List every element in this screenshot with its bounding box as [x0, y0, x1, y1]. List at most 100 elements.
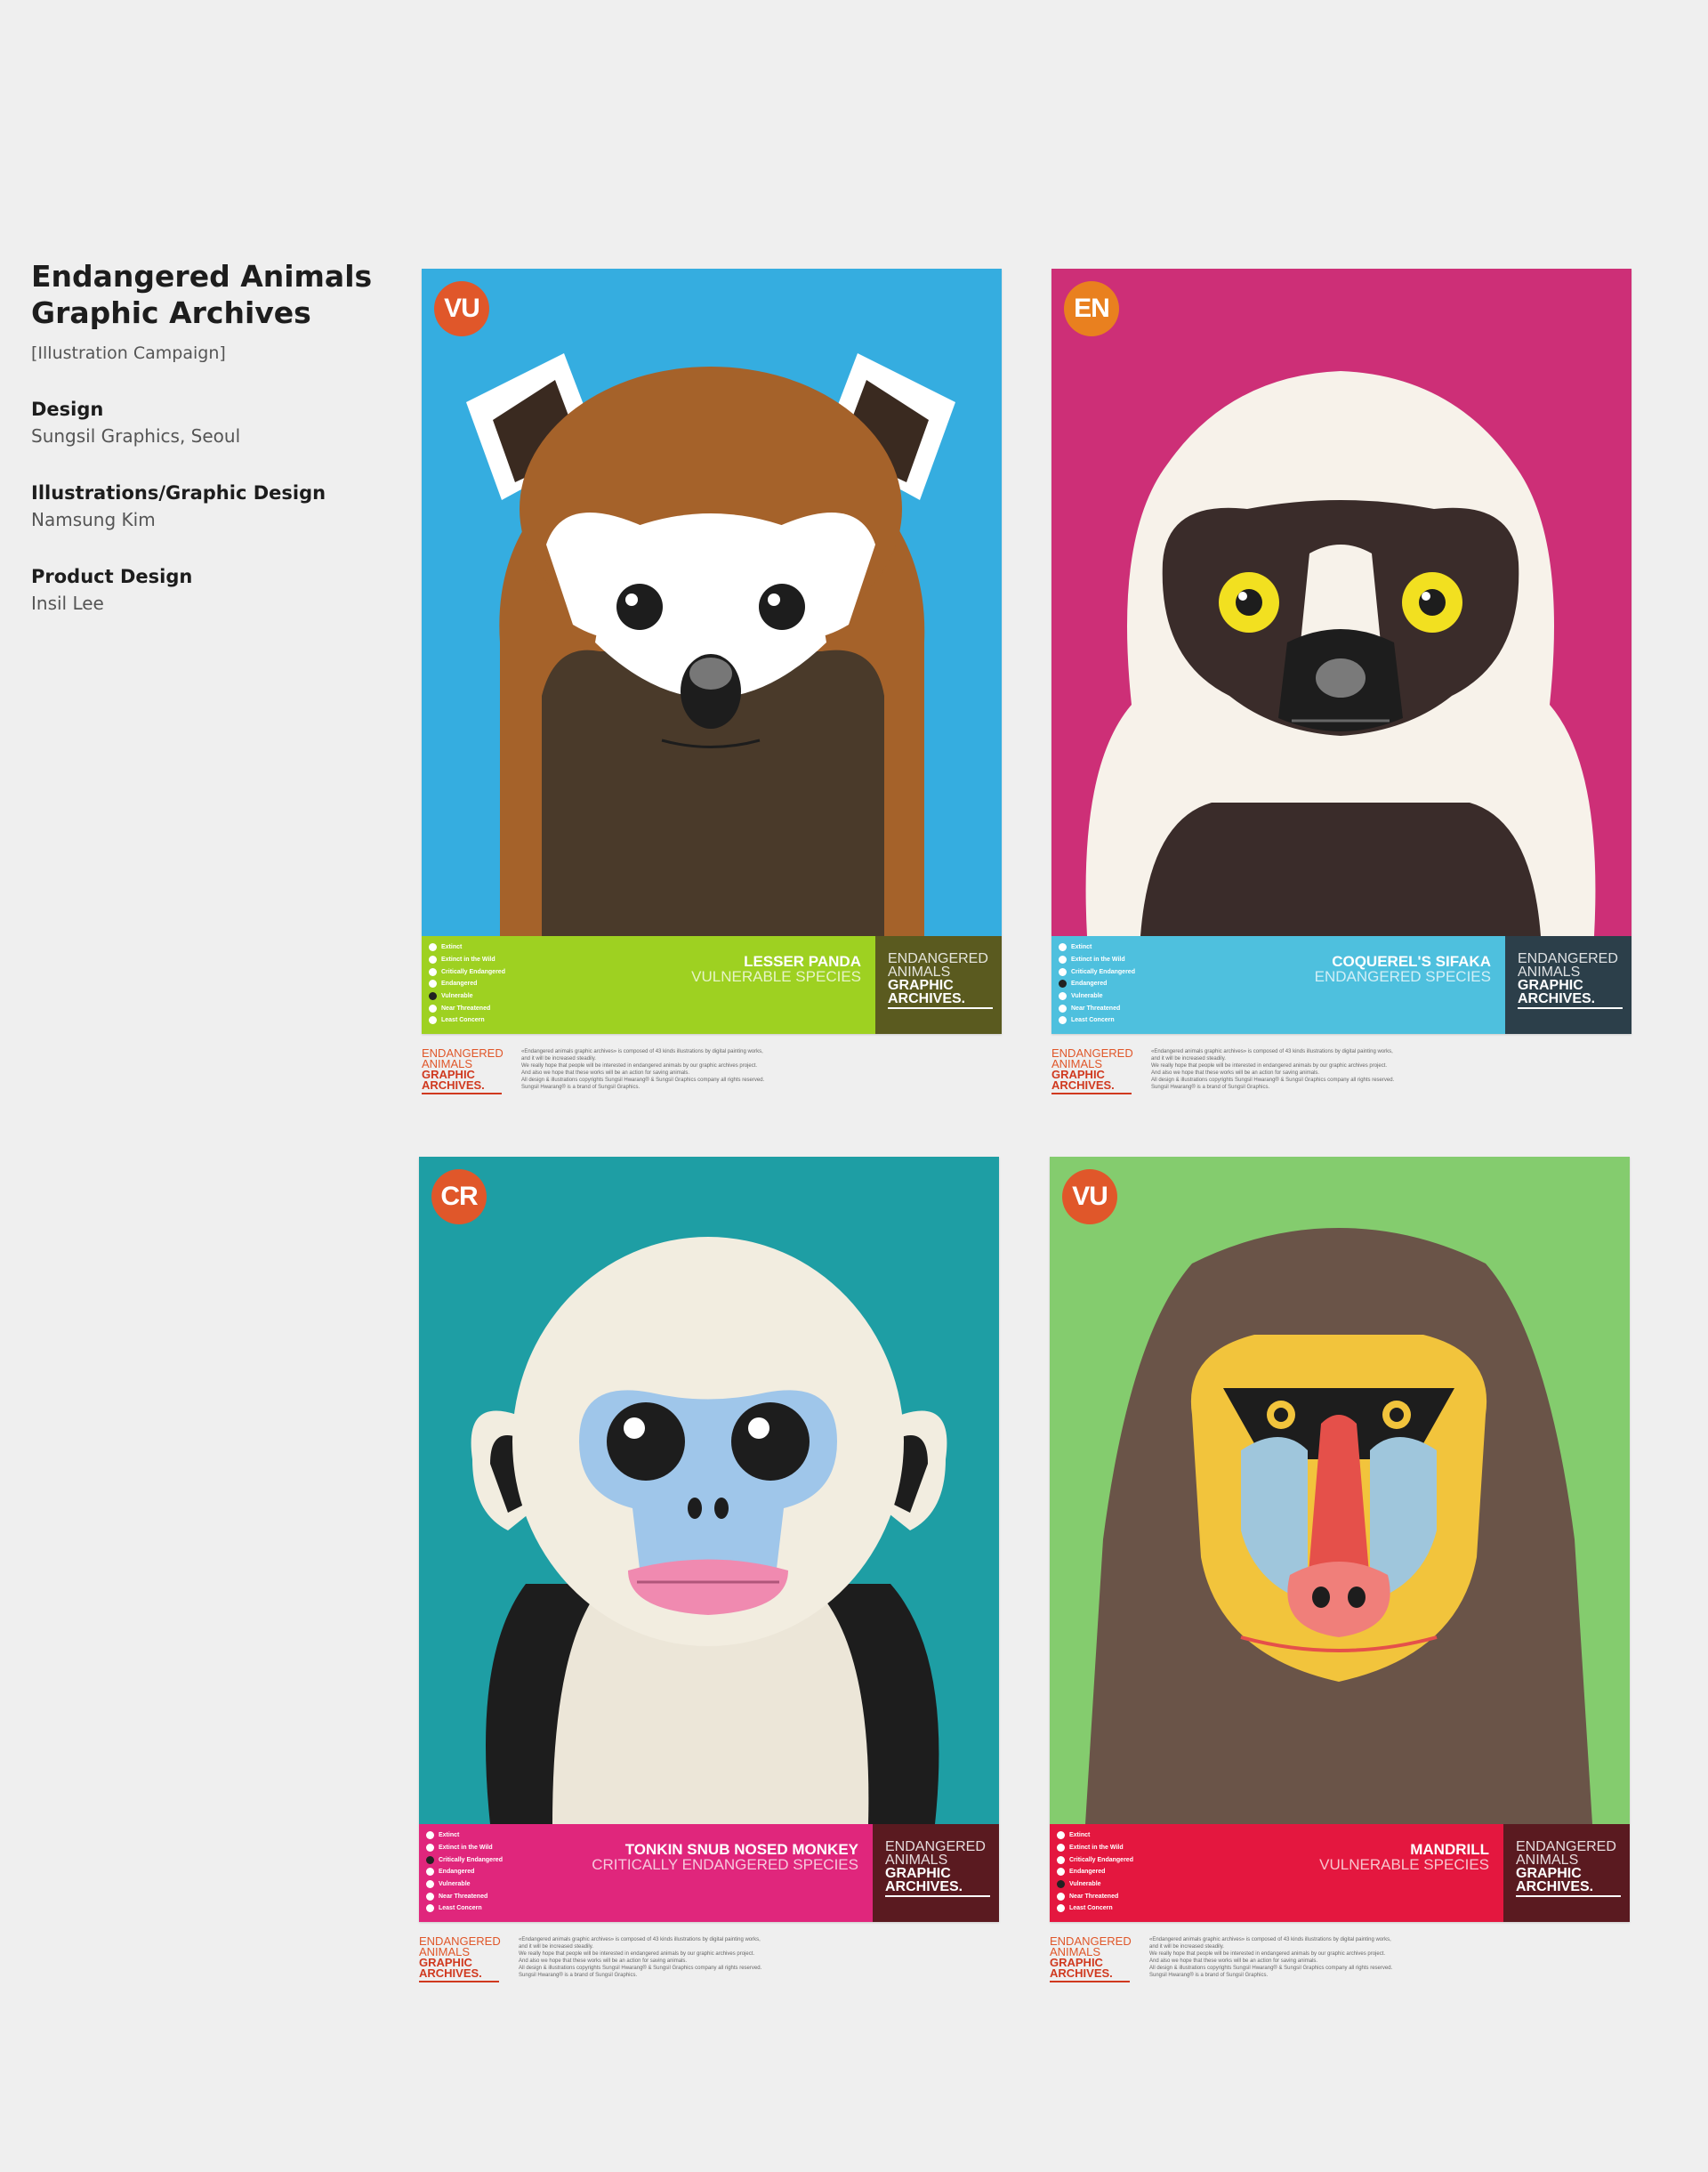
brand-rule	[1518, 1007, 1623, 1009]
brand-box: ENDANGERED ANIMALS GRAPHIC ARCHIVES.	[875, 936, 1002, 1034]
fine-print: «Endangered animals graphic archives» is…	[1151, 1048, 1445, 1091]
fine-line: and it will be increased steadily.	[1149, 1944, 1224, 1950]
status-dot-icon	[1059, 943, 1067, 952]
coquerels-sifaka-illustration	[1051, 269, 1631, 936]
species-status: VULNERABLE SPECIES	[1319, 1856, 1489, 1873]
brand-line-4: ARCHIVES.	[1518, 991, 1596, 1006]
footer-logo: ENDANGERED ANIMALS GRAPHIC ARCHIVES.	[1051, 1047, 1133, 1094]
status-level-label: Endangered	[1071, 981, 1108, 988]
status-badge: VU	[434, 281, 489, 336]
status-list-item: Extinct	[426, 1829, 604, 1842]
status-list-item: Critically Endangered	[1059, 965, 1237, 978]
credit-value-design: Sungsil Graphics, Seoul	[31, 425, 241, 447]
status-level-label: Critically Endangered	[1071, 968, 1135, 975]
fine-line: All design & illustrations copyrights Su…	[1151, 1078, 1395, 1083]
brand-line-3: GRAPHIC	[1518, 978, 1583, 993]
status-dot-icon	[429, 967, 437, 976]
credit-label-design: Design	[31, 399, 104, 420]
status-badge: VU	[1062, 1169, 1117, 1224]
species-status: VULNERABLE SPECIES	[691, 968, 861, 985]
poster-mandrill: VU Extinct Extinct in the Wild Critically …	[1050, 1157, 1630, 1922]
status-level-label: Extinct	[441, 944, 463, 951]
title-line-1: Endangered Animals	[31, 259, 373, 294]
status-list-item: Extinct in the Wild	[429, 954, 607, 966]
status-list-item: Critically Endangered	[426, 1853, 604, 1866]
status-level-label: Extinct	[1071, 944, 1092, 951]
fine-print: «Endangered animals graphic archives» is…	[521, 1048, 815, 1091]
status-badge: CR	[431, 1169, 487, 1224]
brand-line-3: GRAPHIC	[1516, 1866, 1582, 1881]
status-level-label: Least Concern	[439, 1905, 482, 1912]
status-dot-icon	[1057, 1831, 1065, 1840]
species-band: Extinct Extinct in the Wild Critically End…	[1051, 936, 1631, 1034]
brand-line-2: ANIMALS	[1516, 1853, 1579, 1868]
status-dot-icon	[426, 1892, 434, 1901]
status-list-item: Extinct in the Wild	[1057, 1842, 1235, 1854]
fine-line: We really hope that people will be inter…	[1149, 1951, 1386, 1957]
status-level-label: Extinct in the Wild	[441, 957, 495, 964]
status-list-item: Least Concern	[426, 1902, 604, 1915]
species-name: MANDRILL	[1410, 1841, 1489, 1858]
status-dot-icon	[426, 1868, 434, 1877]
fine-line: And also we hope that these works will b…	[521, 1070, 690, 1076]
status-list: Extinct Extinct in the Wild Critically End…	[429, 941, 607, 1027]
logo-line-4: ARCHIVES.	[1051, 1078, 1115, 1092]
fine-line: All design & illustrations copyrights Su…	[1149, 1966, 1393, 1971]
status-dot-icon	[1057, 1904, 1065, 1913]
fine-line: All design & illustrations copyrights Su…	[519, 1966, 762, 1971]
status-dot-icon	[1057, 1880, 1065, 1889]
status-level-label: Endangered	[1069, 1869, 1106, 1876]
brand-line-3: GRAPHIC	[885, 1866, 951, 1881]
brand-box: ENDANGERED ANIMALS GRAPHIC ARCHIVES.	[1505, 936, 1631, 1034]
brand-rule	[1516, 1895, 1621, 1897]
fine-line: «Endangered animals graphic archives» is…	[519, 1937, 761, 1942]
status-list-item: Near Threatened	[426, 1890, 604, 1902]
fine-line: We really hope that people will be inter…	[521, 1063, 758, 1069]
footer-logo: ENDANGERED ANIMALS GRAPHIC ARCHIVES.	[419, 1935, 501, 1982]
sidebar: Endangered Animals Graphic Archives [Ill…	[31, 258, 378, 614]
status-list-item: Extinct	[1057, 1829, 1235, 1842]
credit-label-illustrations: Illustrations/Graphic Design	[31, 482, 326, 504]
status-level-label: Extinct in the Wild	[439, 1845, 493, 1852]
species-label: LESSER PANDA VULNERABLE SPECIES	[691, 954, 861, 984]
status-list-item: Critically Endangered	[429, 965, 607, 978]
tonkin-snub-nosed-monkey-illustration	[419, 1157, 999, 1824]
poster-footer: ENDANGERED ANIMALS GRAPHIC ARCHIVES. «En…	[1050, 1929, 1630, 2000]
footer-logo: ENDANGERED ANIMALS GRAPHIC ARCHIVES.	[1050, 1935, 1132, 1982]
status-dot-icon	[1059, 967, 1067, 976]
status-level-label: Least Concern	[1069, 1905, 1113, 1912]
brand-line-1: ENDANGERED	[1516, 1839, 1616, 1854]
status-dot-icon	[429, 992, 437, 1001]
status-list-item: Critically Endangered	[1057, 1853, 1235, 1866]
fine-line: and it will be increased steadily.	[1151, 1056, 1226, 1062]
logo-rule	[422, 1093, 502, 1094]
fine-line: and it will be increased steadily.	[521, 1056, 596, 1062]
status-level-label: Least Concern	[1071, 1017, 1115, 1024]
status-level-label: Endangered	[439, 1869, 475, 1876]
species-band: Extinct Extinct in the Wild Critically End…	[422, 936, 1002, 1034]
status-level-label: Least Concern	[441, 1017, 485, 1024]
poster-footer: ENDANGERED ANIMALS GRAPHIC ARCHIVES. «En…	[1051, 1041, 1631, 1112]
status-level-label: Near Threatened	[1069, 1893, 1119, 1900]
credit-label-product: Product Design	[31, 566, 193, 587]
poster-footer: ENDANGERED ANIMALS GRAPHIC ARCHIVES. «En…	[419, 1929, 999, 2000]
fine-line: Sungsil Hwarang® is a brand of Sungsil G…	[519, 1973, 638, 1978]
status-list-item: Vulnerable	[1059, 990, 1237, 1003]
status-level-label: Vulnerable	[1071, 993, 1103, 1000]
status-list-item: Endangered	[1057, 1866, 1235, 1878]
status-list-item: Endangered	[1059, 978, 1237, 990]
status-dot-icon	[1059, 956, 1067, 965]
brand-line-4: ARCHIVES.	[885, 1879, 963, 1894]
status-level-label: Vulnerable	[441, 993, 473, 1000]
fine-line: We really hope that people will be inter…	[519, 1951, 755, 1957]
status-dot-icon	[1059, 1004, 1067, 1013]
logo-line-4: ARCHIVES.	[1050, 1966, 1113, 1980]
status-dot-icon	[1059, 980, 1067, 989]
poster-tonkin-snub-nosed-monkey: CR Extinct Extinct in the Wild Critically …	[419, 1157, 999, 1922]
lesser-panda-illustration	[422, 269, 1002, 936]
logo-line-4: ARCHIVES.	[422, 1078, 485, 1092]
brand-line-1: ENDANGERED	[885, 1839, 986, 1854]
status-list: Extinct Extinct in the Wild Critically End…	[1059, 941, 1237, 1027]
brand-line-4: ARCHIVES.	[1516, 1879, 1594, 1894]
status-dot-icon	[1057, 1868, 1065, 1877]
